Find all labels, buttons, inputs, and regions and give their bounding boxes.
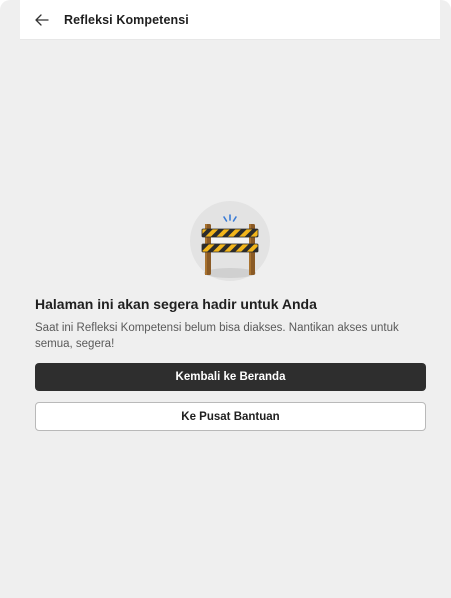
back-button[interactable]: [32, 10, 52, 30]
arrow-left-icon: [35, 13, 49, 26]
back-to-home-button[interactable]: Kembali ke Beranda: [35, 363, 426, 391]
roadblock-barrier-icon: [190, 201, 270, 281]
empty-state-heading: Halaman ini akan segera hadir untuk Anda: [35, 296, 317, 312]
help-center-button[interactable]: Ke Pusat Bantuan: [35, 402, 426, 431]
page-title: Refleksi Kompetensi: [64, 12, 189, 27]
under-construction-illustration: [190, 201, 270, 281]
app-frame: Refleksi Kompetensi Halaman ini akan seg…: [0, 0, 451, 598]
empty-state-description: Saat ini Refleksi Kompetensi belum bisa …: [35, 322, 399, 350]
top-bar: Refleksi Kompetensi: [20, 0, 440, 39]
